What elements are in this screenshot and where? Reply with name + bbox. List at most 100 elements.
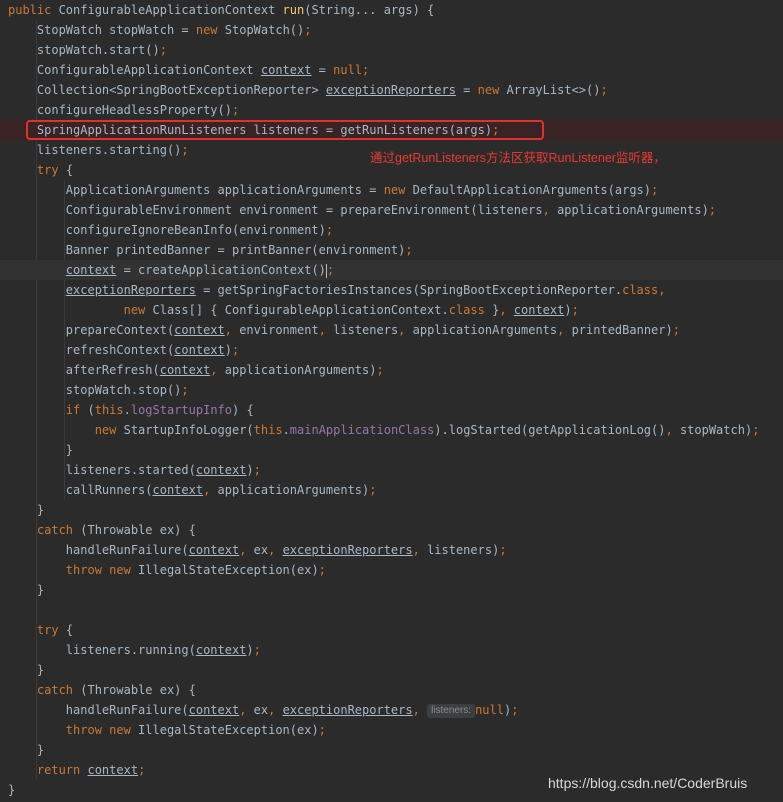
code-line[interactable]: } — [0, 580, 783, 600]
code-token: { — [65, 623, 74, 637]
code-line[interactable]: try { — [0, 620, 783, 640]
code-line[interactable]: StopWatch stopWatch = new StopWatch(); — [0, 20, 783, 40]
code-keyword: null — [475, 703, 504, 717]
code-line[interactable]: configureHeadlessProperty(); — [0, 100, 783, 120]
code-line[interactable]: afterRefresh(context, applicationArgumen… — [0, 360, 783, 380]
code-keyword: ; — [511, 703, 519, 717]
code-keyword: ; — [325, 223, 334, 237]
code-token: ) — [564, 303, 572, 317]
code-token: Banner printedBanner = printBanner(envir… — [65, 243, 406, 257]
code-token: listeners — [333, 323, 399, 337]
code-line[interactable]: throw new IllegalStateException(ex); — [0, 560, 783, 580]
code-token: configureHeadlessProperty() — [36, 103, 232, 117]
code-line[interactable]: } — [0, 740, 783, 760]
code-token: ex — [253, 703, 269, 717]
code-line[interactable]: Banner printedBanner = printBanner(envir… — [0, 240, 783, 260]
code-keyword: class — [622, 283, 659, 297]
code-keyword: , — [239, 543, 254, 557]
code-line[interactable]: throw new IllegalStateException(ex); — [0, 720, 783, 740]
code-token: applicationArguments) — [224, 363, 377, 377]
code-token: Collection<SpringBootExceptionReporter> — [36, 83, 326, 97]
code-keyword: ; — [318, 563, 326, 577]
code-line[interactable]: context = createApplicationContext(); — [0, 260, 783, 280]
code-keyword: , — [398, 323, 413, 337]
code-keyword: ; — [672, 323, 680, 337]
code-token: } — [8, 783, 16, 797]
code-line[interactable]: refreshContext(context); — [0, 340, 783, 360]
code-token: listeners.running( — [65, 643, 196, 657]
code-line[interactable]: ConfigurableEnvironment environment = pr… — [0, 200, 783, 220]
code-line[interactable]: handleRunFailure(context, ex, exceptionR… — [0, 700, 783, 720]
code-token: mainApplicationClass — [289, 423, 435, 437]
code-line[interactable]: new StartupInfoLogger(this.mainApplicati… — [0, 420, 783, 440]
code-line[interactable]: catch (Throwable ex) { — [0, 520, 783, 540]
code-token: = createApplicationContext() — [116, 263, 326, 277]
code-line[interactable]: ApplicationArguments applicationArgument… — [0, 180, 783, 200]
code-line[interactable]: configureIgnoreBeanInfo(environment); — [0, 220, 783, 240]
code-identifier: context — [188, 543, 240, 557]
code-keyword: ; — [326, 263, 335, 277]
code-line[interactable]: exceptionReporters = getSpringFactoriesI… — [0, 280, 783, 300]
code-token: ConfigurableApplicationContext — [36, 63, 261, 77]
watermark: https://blog.csdn.net/CoderBruis — [548, 775, 748, 791]
code-line[interactable]: public ConfigurableApplicationContext ru… — [0, 0, 783, 20]
code-token: StopWatch stopWatch = — [36, 23, 196, 37]
code-line[interactable]: stopWatch.stop(); — [0, 380, 783, 400]
code-line[interactable] — [0, 600, 783, 620]
code-keyword: if — [65, 403, 88, 417]
code-line[interactable]: new Class[] { ConfigurableApplicationCon… — [0, 300, 783, 320]
code-token: . — [282, 423, 290, 437]
code-token: afterRefresh( — [65, 363, 160, 377]
code-token: = getSpringFactoriesInstances(SpringBoot… — [195, 283, 623, 297]
code-token: (Throwable ex) { — [80, 523, 196, 537]
code-keyword: catch — [36, 683, 81, 697]
code-line[interactable]: stopWatch.start(); — [0, 40, 783, 60]
code-line[interactable]: Collection<SpringBootExceptionReporter> … — [0, 80, 783, 100]
code-line[interactable]: prepareContext(context, environment, lis… — [0, 320, 783, 340]
code-keyword: ; — [651, 183, 659, 197]
code-keyword: , — [412, 703, 428, 717]
code-line[interactable]: if (this.logStartupInfo) { — [0, 400, 783, 420]
code-keyword: null — [333, 63, 363, 77]
code-editor[interactable]: public ConfigurableApplicationContext ru… — [0, 0, 783, 802]
code-token: handleRunFailure( — [65, 543, 189, 557]
code-keyword: ; — [708, 203, 717, 217]
code-token: applicationArguments) — [217, 483, 370, 497]
code-keyword: ; — [752, 423, 760, 437]
code-line[interactable]: ConfigurableApplicationContext context =… — [0, 60, 783, 80]
code-line[interactable]: } — [0, 500, 783, 520]
code-line[interactable]: callRunners(context, applicationArgument… — [0, 480, 783, 500]
code-keyword: this — [94, 403, 124, 417]
code-keyword: ; — [318, 723, 326, 737]
code-line[interactable]: handleRunFailure(context, ex, exceptionR… — [0, 540, 783, 560]
code-token: stopWatch.start() — [36, 43, 160, 57]
code-line[interactable]: catch (Throwable ex) { — [0, 680, 783, 700]
code-token: handleRunFailure( — [65, 703, 189, 717]
code-identifier: context — [87, 763, 139, 777]
code-identifier: context — [65, 263, 117, 277]
code-keyword: , — [268, 543, 283, 557]
code-keyword: , — [412, 543, 428, 557]
code-keyword: new — [477, 83, 507, 97]
code-token: applicationArguments — [412, 323, 558, 337]
code-identifier: exceptionReporters — [282, 543, 413, 557]
code-line[interactable]: listeners.running(context); — [0, 640, 783, 660]
code-token: listeners.started( — [65, 463, 196, 477]
code-line[interactable]: } — [0, 440, 783, 460]
code-line[interactable]: } — [0, 660, 783, 680]
code-token: listeners.starting() — [36, 143, 182, 157]
code-line[interactable]: listeners.started(context); — [0, 460, 783, 480]
code-token: run — [282, 3, 305, 17]
